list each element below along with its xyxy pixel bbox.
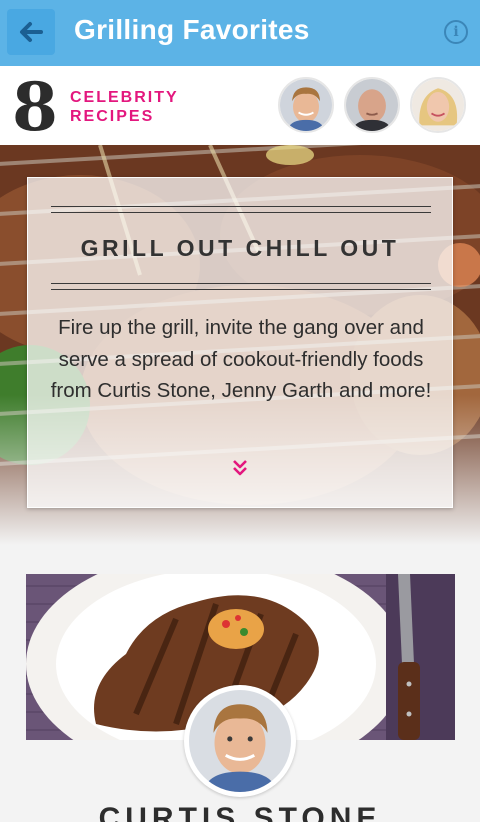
chef-name: CURTIS STONE <box>98 802 382 822</box>
recipe-summary-bar: 8 CELEBRITY RECIPES <box>0 66 480 146</box>
page-title: Grilling Favorites <box>74 14 310 45</box>
intro-heading: GRILL OUT CHILL OUT <box>80 235 400 261</box>
intro-body: Fire up the grill, invite the gang over … <box>50 316 432 402</box>
arrow-left-icon <box>20 22 43 42</box>
intro-card: GRILL OUT CHILL OUT Fire up the grill, i… <box>27 177 453 508</box>
recipe-count-label: CELEBRITY RECIPES <box>70 88 179 126</box>
divider-top-inner <box>51 212 431 213</box>
divider-bottom-inner <box>51 283 431 284</box>
back-button[interactable] <box>7 9 55 55</box>
app-header: Grilling Favorites i <box>0 0 480 66</box>
info-icon[interactable]: i <box>444 20 468 44</box>
divider-top <box>51 206 431 207</box>
recipe-count-label-line1: CELEBRITY <box>70 89 179 106</box>
chef-avatar-curtis[interactable] <box>278 77 334 133</box>
divider-bottom <box>51 289 431 290</box>
recipe-count: 8 <box>12 68 58 146</box>
chef-avatar-tom[interactable] <box>344 77 400 133</box>
chef-avatar-jenny[interactable] <box>410 77 466 133</box>
chef-avatar-featured[interactable] <box>184 685 296 797</box>
recipe-count-label-line2: RECIPES <box>70 108 155 125</box>
double-chevron-down-icon[interactable] <box>230 458 250 478</box>
